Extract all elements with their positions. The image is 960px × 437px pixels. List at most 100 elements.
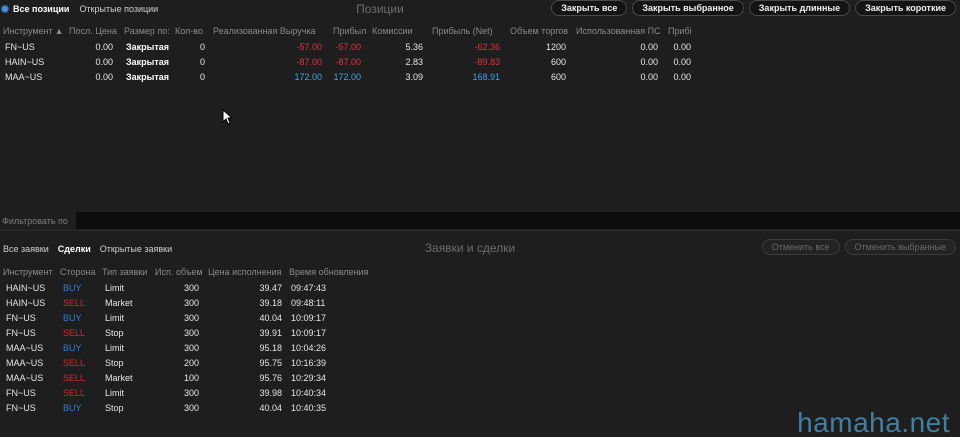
watermark: hamaha.net [797, 407, 950, 437]
cell-volume: 1200 [545, 42, 566, 52]
cell-update-time: 10:09:17 [291, 328, 327, 338]
cell-filled-qty: 300 [184, 343, 200, 353]
orders-row[interactable]: MAA~US SELL Market 100 95.76 10:29:34 [0, 371, 380, 386]
orders-row[interactable]: HAIN~US SELL Market 300 39.18 09:48:11 [0, 296, 380, 311]
cell-commission: 5.36 [405, 42, 423, 52]
cell-used-bp: 0.00 [640, 72, 658, 82]
cell-order-type: Market [105, 373, 133, 383]
filter-label: Фильтровать по [2, 216, 68, 226]
column-header-instrument[interactable]: Инструмент ▲ [3, 26, 67, 36]
orders-row[interactable]: FN~US BUY Stop 300 40.04 10:40:35 [0, 401, 380, 416]
column-header-order-type[interactable]: Тип заявки [102, 267, 147, 277]
column-header-side[interactable]: Сторона [60, 267, 96, 277]
cell-order-type: Limit [105, 283, 125, 293]
orders-panel: Все заявки Сделки Открытые заявки Заявки… [0, 230, 960, 437]
orders-row[interactable]: MAA~US SELL Stop 200 95.75 10:16:39 [0, 356, 380, 371]
orders-row[interactable]: FN~US SELL Limit 300 39.98 10:40:34 [0, 386, 380, 401]
close-all-button[interactable]: Закрыть все [551, 0, 628, 16]
cell-instrument: MAA~US [6, 373, 44, 383]
cell-realized: -87.00 [296, 57, 322, 67]
orders-table-header: Инструмент Сторона Тип заявки Исп. объем… [0, 267, 380, 279]
cancel-all-button[interactable]: Отменить все [761, 239, 840, 255]
cell-instrument: FN~US [6, 388, 36, 398]
column-header-profit[interactable]: Прибыл [333, 26, 367, 36]
column-header-update-time[interactable]: Время обновления [289, 267, 368, 277]
cell-side: SELL [63, 388, 86, 398]
cell-profit-2: 0.00 [673, 42, 691, 52]
column-header-fill-price[interactable]: Цена исполнения [208, 267, 281, 277]
column-header-net-profit[interactable]: Прибыль (Net) [432, 26, 502, 36]
positions-panel: Все позиции Открытые позиции Позиции Зак… [0, 0, 960, 210]
sort-asc-icon: ▲ [54, 26, 64, 36]
cell-fill-price: 40.04 [259, 403, 282, 413]
column-header-realized[interactable]: Реализованная Выручка [213, 26, 329, 36]
cell-commission: 3.09 [405, 72, 423, 82]
cell-profit: -57.00 [335, 42, 361, 52]
column-header-filled-qty[interactable]: Исп. объем [155, 267, 203, 277]
cell-side: SELL [63, 358, 86, 368]
filter-input[interactable] [76, 212, 960, 229]
column-header-used-bp[interactable]: Использованная ПС [576, 26, 660, 36]
cell-commission: 2.83 [405, 57, 423, 67]
cancel-selected-button[interactable]: Отменить выбранные [844, 239, 956, 255]
cell-filled-qty: 200 [184, 358, 200, 368]
column-header-last-price[interactable]: Посл. Цена [69, 26, 119, 36]
cell-instrument: MAA~US [6, 343, 44, 353]
cell-qty: 0 [199, 57, 205, 67]
cell-instrument: HAIN~US [6, 298, 46, 308]
cell-update-time: 10:09:17 [291, 313, 327, 323]
column-header-size[interactable]: Размер по: [124, 26, 170, 36]
cell-instrument: MAA~US [6, 358, 44, 368]
orders-row[interactable]: HAIN~US BUY Limit 300 39.47 09:47:43 [0, 281, 380, 296]
cell-net-profit: 168.91 [472, 72, 500, 82]
cell-side: BUY [63, 403, 82, 413]
positions-row[interactable]: MAA~US 0.00 Закрытая 0 172.00 172.00 3.09 168.9… [0, 70, 700, 85]
positions-actions: Закрыть все Закрыть выбранное Закрыть дл… [551, 0, 956, 16]
column-header-qty[interactable]: Кол-во [175, 26, 207, 36]
cell-side: SELL [63, 373, 86, 383]
column-header-volume[interactable]: Объем торгов [510, 26, 572, 36]
cell-profit: -87.00 [335, 57, 361, 67]
cell-update-time: 10:29:34 [291, 373, 327, 383]
column-header-commission[interactable]: Комиссии [372, 26, 416, 36]
cell-used-bp: 0.00 [640, 42, 658, 52]
cell-order-type: Stop [105, 328, 124, 338]
column-header-profit-2[interactable]: Прибі [668, 26, 694, 36]
cell-qty: 0 [199, 42, 205, 52]
cell-net-profit: -89.83 [474, 57, 500, 67]
cell-filled-qty: 300 [184, 283, 200, 293]
positions-row[interactable]: FN~US 0.00 Закрытая 0 -57.00 -57.00 5.36 -62.36… [0, 40, 700, 55]
cell-last-price: 0.00 [95, 42, 113, 52]
cell-instrument: MAA~US [5, 72, 43, 82]
cell-profit-2: 0.00 [673, 57, 691, 67]
column-label: Инструмент [3, 26, 53, 36]
cell-fill-price: 39.18 [259, 298, 282, 308]
cell-instrument: FN~US [5, 42, 35, 52]
cell-fill-price: 95.76 [259, 373, 282, 383]
cell-instrument: FN~US [6, 328, 36, 338]
cell-filled-qty: 300 [184, 388, 200, 398]
orders-row[interactable]: MAA~US BUY Limit 300 95.18 10:04:26 [0, 341, 380, 356]
close-selected-button[interactable]: Закрыть выбранное [632, 0, 744, 16]
cell-net-profit: -62.36 [474, 42, 500, 52]
cell-instrument: FN~US [6, 403, 36, 413]
cell-side: SELL [63, 328, 86, 338]
cell-size: Закрытая [126, 72, 169, 82]
cell-filled-qty: 300 [184, 403, 200, 413]
cell-side: BUY [63, 283, 82, 293]
cell-size: Закрытая [126, 57, 169, 67]
cell-order-type: Limit [105, 388, 125, 398]
cell-filled-qty: 100 [184, 373, 200, 383]
cell-fill-price: 39.98 [259, 388, 282, 398]
cell-filled-qty: 300 [184, 328, 200, 338]
filter-bar: Фильтровать по [0, 212, 960, 229]
orders-row[interactable]: FN~US SELL Stop 300 39.91 10:09:17 [0, 326, 380, 341]
close-long-button[interactable]: Закрыть длинные [748, 0, 851, 16]
positions-row[interactable]: HAIN~US 0.00 Закрытая 0 -87.00 -87.00 2.83 -89.… [0, 55, 700, 70]
cell-order-type: Limit [105, 313, 125, 323]
orders-row[interactable]: FN~US BUY Limit 300 40.04 10:09:17 [0, 311, 380, 326]
cell-filled-qty: 300 [184, 298, 200, 308]
close-short-button[interactable]: Закрыть короткие [855, 0, 956, 16]
cell-instrument: HAIN~US [6, 283, 46, 293]
column-header-instrument[interactable]: Инструмент [3, 267, 53, 277]
